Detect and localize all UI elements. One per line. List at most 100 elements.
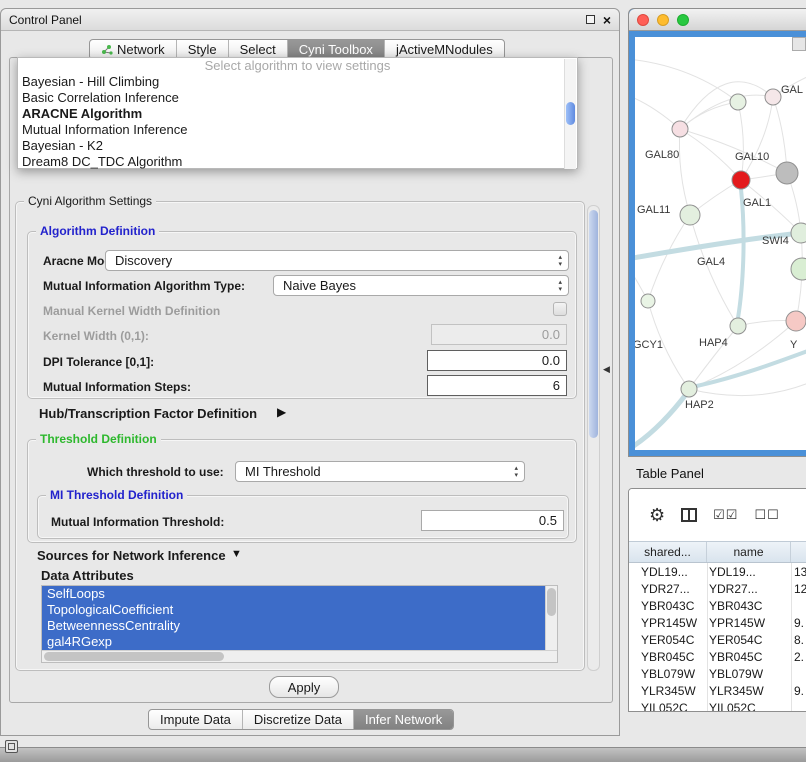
column-header-clipped[interactable] <box>791 542 806 562</box>
mi-threshold-definition-title: MI Threshold Definition <box>46 488 187 502</box>
network-node[interactable] <box>791 258 806 280</box>
list-item[interactable]: TopologicalCoefficient <box>42 602 546 618</box>
mi-threshold-field[interactable]: 0.5 <box>421 510 564 531</box>
network-node[interactable] <box>765 89 781 105</box>
cell: YBR043C <box>629 599 707 613</box>
combo-up-icon: ▴ <box>558 279 562 286</box>
tab-discretize-data[interactable]: Discretize Data <box>242 710 353 729</box>
node-label: GAL80 <box>645 149 679 161</box>
minimize-traffic-light[interactable] <box>657 14 669 26</box>
list-item[interactable]: BetweennessCentrality <box>42 618 546 634</box>
network-window-titlebar[interactable] <box>629 9 806 31</box>
table-row[interactable]: YBL079W YBL079W <box>629 665 806 682</box>
node-label: SWI4 <box>762 235 789 247</box>
list-item[interactable]: SelfLoops <box>42 586 546 602</box>
control-panel-titlebar[interactable]: Control Panel × <box>1 9 619 31</box>
network-node[interactable] <box>641 294 655 308</box>
dpi-tolerance-field[interactable]: 0.0 <box>427 350 567 371</box>
tab-select-label: Select <box>240 42 276 57</box>
cell: 13 <box>791 565 806 579</box>
network-node[interactable] <box>791 223 806 243</box>
algorithm-option[interactable]: Dream8 DC_TDC Algorithm <box>18 154 577 170</box>
list-horizontal-scrollbar[interactable] <box>42 650 557 662</box>
apply-button[interactable]: Apply <box>269 676 339 698</box>
manual-kernel-label: Manual Kernel Width Definition <box>43 304 220 318</box>
combo-arrows-icon: ▴ ▾ <box>558 254 562 268</box>
algorithm-option[interactable]: Bayesian - K2 <box>18 138 577 154</box>
cell: 2. <box>791 650 806 664</box>
scrollbar-thumb[interactable] <box>547 588 556 616</box>
deselect-all-icon[interactable]: ☐☐ <box>754 507 779 523</box>
unchecked-box-icon: ☐ <box>767 507 780 522</box>
hub-expand-icon[interactable]: ▶ <box>277 405 286 419</box>
popup-scrollbar[interactable] <box>564 59 576 169</box>
network-node[interactable] <box>732 171 750 189</box>
algorithm-prompt: Select algorithm to view settings <box>18 58 577 74</box>
network-node[interactable] <box>730 94 746 110</box>
network-node[interactable] <box>786 311 806 331</box>
control-panel-title: Control Panel <box>9 13 82 27</box>
algorithm-option[interactable]: Bayesian - Hill Climbing <box>18 74 577 90</box>
tab-infer-network[interactable]: Infer Network <box>353 710 453 729</box>
table-row[interactable]: YBR043C YBR043C <box>629 597 806 614</box>
collapsed-panel-icon[interactable] <box>5 740 18 753</box>
column-divider <box>791 563 792 711</box>
network-focus-frame: GAL GAL80 GAL10 GAL11 GAL1 SWI4 GAL4 GCY… <box>629 31 806 456</box>
sources-collapse-icon[interactable]: ▼ <box>231 548 242 560</box>
data-attributes-list[interactable]: SelfLoops TopologicalCoefficient Between… <box>41 585 558 663</box>
table-row[interactable]: YDR27... YDR27... 12 <box>629 580 806 597</box>
table-row[interactable]: YPR145W YPR145W 9. <box>629 614 806 631</box>
screen: Control Panel × Network Style <box>0 0 806 762</box>
scrollbar-thumb[interactable] <box>589 210 598 438</box>
network-view-window: GAL GAL80 GAL10 GAL11 GAL1 SWI4 GAL4 GCY… <box>628 8 806 457</box>
table-row[interactable]: YLR345W YLR345W 9. <box>629 682 806 699</box>
gear-icon[interactable]: ⚙ <box>649 506 665 524</box>
table-row[interactable]: YBR045C YBR045C 2. <box>629 648 806 665</box>
node-label: GAL10 <box>735 151 769 163</box>
kernel-width-field: 0.0 <box>431 324 567 345</box>
tab-impute-data[interactable]: Impute Data <box>149 710 242 729</box>
close-icon[interactable]: × <box>603 14 611 26</box>
column-header-shared-name[interactable]: shared... <box>629 542 707 562</box>
scrollbar-thumb[interactable] <box>566 102 575 125</box>
checked-box-icon: ☑ <box>726 507 739 522</box>
float-window-icon[interactable] <box>586 15 595 24</box>
algorithm-option-selected[interactable]: ARACNE Algorithm <box>18 106 577 122</box>
columns-icon[interactable] <box>681 508 697 522</box>
node-label: GAL <box>781 84 803 96</box>
cell: YLR345W <box>629 684 707 698</box>
algorithm-option[interactable]: Basic Correlation Inference <box>18 90 577 106</box>
which-threshold-select[interactable]: MI Threshold ▴ ▾ <box>235 461 525 482</box>
settings-scrollbar[interactable] <box>587 205 600 671</box>
network-highlight-edges <box>635 189 806 450</box>
network-node[interactable] <box>681 381 697 397</box>
network-node[interactable] <box>776 162 798 184</box>
network-node[interactable] <box>730 318 746 334</box>
sources-label: Sources for Network Inference <box>37 548 226 563</box>
mi-steps-field[interactable]: 6 <box>427 375 567 396</box>
table-row[interactable]: YIL052C YIL052C <box>629 699 806 712</box>
cyni-bottom-tabs: Impute Data Discretize Data Infer Networ… <box>148 709 454 730</box>
column-header-name[interactable]: name <box>707 542 791 562</box>
table-row[interactable]: YER054C YER054C 8. <box>629 631 806 648</box>
cell: YLR345W <box>707 684 791 698</box>
list-vertical-scrollbar[interactable] <box>545 586 557 650</box>
combo-arrows-icon: ▴ ▾ <box>558 279 562 293</box>
aracne-mode-select[interactable]: Discovery ▴ ▾ <box>105 250 569 271</box>
network-node[interactable] <box>680 205 700 225</box>
algorithm-option[interactable]: Mutual Information Inference <box>18 122 577 138</box>
manual-kernel-checkbox[interactable] <box>553 302 567 316</box>
zoom-traffic-light[interactable] <box>677 14 689 26</box>
close-traffic-light[interactable] <box>637 14 649 26</box>
tab-discretize-data-label: Discretize Data <box>254 712 342 727</box>
select-all-icon[interactable]: ☑☑ <box>713 507 738 523</box>
table-row[interactable]: YDL19... YDL19... 13 <box>629 563 806 580</box>
mi-type-select[interactable]: Naive Bayes ▴ ▾ <box>273 275 569 296</box>
network-scrollbar-corner[interactable] <box>792 37 806 51</box>
network-node[interactable] <box>672 121 688 137</box>
list-item[interactable]: gal4RGexp <box>42 634 546 650</box>
scrollbar-thumb[interactable] <box>44 652 224 661</box>
node-label: HAP4 <box>699 337 728 349</box>
network-canvas[interactable]: GAL GAL80 GAL10 GAL11 GAL1 SWI4 GAL4 GCY… <box>635 37 806 450</box>
panel-collapse-icon[interactable]: ◀ <box>603 364 610 375</box>
